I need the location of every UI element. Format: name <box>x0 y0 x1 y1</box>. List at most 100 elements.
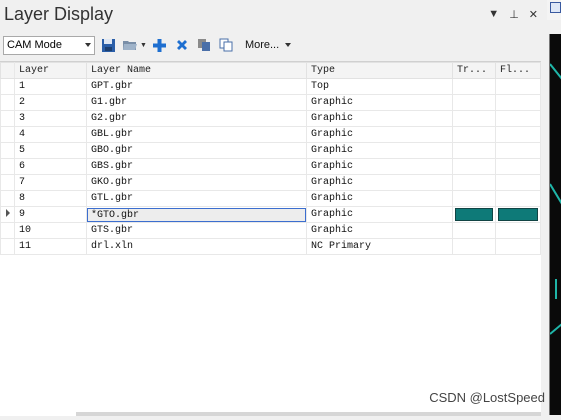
chevron-down-icon <box>285 43 292 47</box>
chevron-down-icon <box>85 42 91 47</box>
transparency-cell[interactable] <box>452 238 496 255</box>
row-marker[interactable] <box>0 94 15 111</box>
layer-name[interactable]: GBO.gbr <box>86 142 307 159</box>
flash-cell[interactable] <box>495 222 541 239</box>
flash-cell[interactable] <box>495 94 541 111</box>
flash-cell[interactable] <box>495 110 541 127</box>
layer-name[interactable]: GTL.gbr <box>86 190 307 207</box>
row-marker[interactable] <box>0 158 15 175</box>
row-marker[interactable] <box>0 174 15 191</box>
table-row-selected[interactable]: 9 *GTO.gbr Graphic <box>0 206 541 223</box>
table-row[interactable]: 11 drl.xln NC Primary <box>0 238 541 255</box>
flash-color-swatch[interactable] <box>498 208 538 221</box>
row-marker[interactable] <box>0 206 15 223</box>
layer-type[interactable]: Graphic <box>306 110 453 127</box>
folder-icon <box>123 41 137 50</box>
transparency-cell[interactable] <box>452 142 496 159</box>
column-header-type[interactable]: Type <box>306 62 453 79</box>
table-row[interactable]: 5 GBO.gbr Graphic <box>0 142 541 159</box>
layer-name[interactable]: G1.gbr <box>86 94 307 111</box>
transparency-cell[interactable] <box>452 158 496 175</box>
row-marker[interactable] <box>0 126 15 143</box>
transparency-cell[interactable] <box>452 206 496 223</box>
horizontal-scrollbar[interactable] <box>76 412 541 416</box>
row-marker[interactable] <box>0 238 15 255</box>
plus-icon <box>153 38 167 52</box>
flash-cell[interactable] <box>495 206 541 223</box>
column-header-flash[interactable]: Fl... <box>495 62 541 79</box>
mode-select[interactable]: CAM Mode <box>3 35 95 55</box>
save-button[interactable] <box>99 36 117 54</box>
layer-number: 7 <box>14 174 87 191</box>
more-button[interactable]: More... <box>245 39 292 51</box>
layer-type[interactable]: Graphic <box>306 206 453 223</box>
transparency-cell[interactable] <box>452 126 496 143</box>
layer-type[interactable]: Graphic <box>306 158 453 175</box>
transparency-cell[interactable] <box>452 94 496 111</box>
table-row[interactable]: 1 GPT.gbr Top <box>0 78 541 95</box>
table-row[interactable]: 3 G2.gbr Graphic <box>0 110 541 127</box>
transparency-cell[interactable] <box>452 110 496 127</box>
layer-type[interactable]: NC Primary <box>306 238 453 255</box>
layer-name[interactable]: GBS.gbr <box>86 158 307 175</box>
column-header-layer[interactable]: Layer <box>14 62 87 79</box>
layer-type[interactable]: Graphic <box>306 94 453 111</box>
flash-cell[interactable] <box>495 174 541 191</box>
transparency-cell[interactable] <box>452 222 496 239</box>
add-layer-button[interactable] <box>151 36 169 54</box>
delete-icon <box>176 40 187 50</box>
table-row[interactable]: 2 G1.gbr Graphic <box>0 94 541 111</box>
transparency-cell[interactable] <box>452 190 496 207</box>
row-marker[interactable] <box>0 110 15 127</box>
table-row[interactable]: 6 GBS.gbr Graphic <box>0 158 541 175</box>
table-row[interactable]: 8 GTL.gbr Graphic <box>0 190 541 207</box>
pin-icon[interactable]: ⊥ <box>509 8 519 21</box>
open-button[interactable] <box>121 36 139 54</box>
close-icon[interactable]: ✕ <box>529 8 538 21</box>
column-header-transparency[interactable]: Tr... <box>452 62 496 79</box>
column-header-layer-name[interactable]: Layer Name <box>86 62 307 79</box>
layer-name[interactable]: GPT.gbr <box>86 78 307 95</box>
layer-type[interactable]: Graphic <box>306 190 453 207</box>
transparency-color-swatch[interactable] <box>455 208 493 221</box>
layer-name[interactable]: *GTO.gbr <box>87 207 306 222</box>
canvas-viewport[interactable] <box>549 34 561 415</box>
view-icon[interactable] <box>550 2 561 13</box>
table-row[interactable]: 4 GBL.gbr Graphic <box>0 126 541 143</box>
delete-layer-button[interactable] <box>173 36 191 54</box>
layer-type[interactable]: Graphic <box>306 126 453 143</box>
layer-number: 11 <box>14 238 87 255</box>
flash-cell[interactable] <box>495 142 541 159</box>
flash-cell[interactable] <box>495 78 541 95</box>
save-icon <box>101 38 115 52</box>
layer-name[interactable]: GBL.gbr <box>86 126 307 143</box>
layer-type[interactable]: Top <box>306 78 453 95</box>
table-row[interactable]: 7 GKO.gbr Graphic <box>0 174 541 191</box>
layer-type[interactable]: Graphic <box>306 222 453 239</box>
copy-button[interactable] <box>195 36 213 54</box>
open-dropdown-icon[interactable]: ▼ <box>140 42 147 49</box>
flash-cell[interactable] <box>495 158 541 175</box>
flash-cell[interactable] <box>495 126 541 143</box>
table-row[interactable]: 10 GTS.gbr Graphic <box>0 222 541 239</box>
layer-type[interactable]: Graphic <box>306 174 453 191</box>
duplicate-button[interactable] <box>217 36 235 54</box>
pcb-trace-graphic <box>549 63 561 335</box>
transparency-cell[interactable] <box>452 78 496 95</box>
layer-name[interactable]: G2.gbr <box>86 110 307 127</box>
transparency-cell[interactable] <box>452 174 496 191</box>
row-header-corner <box>0 62 15 79</box>
layer-name-editor[interactable]: *GTO.gbr <box>86 206 307 223</box>
layer-name[interactable]: GKO.gbr <box>86 174 307 191</box>
dropdown-icon[interactable]: ▼ <box>488 8 499 21</box>
layer-name[interactable]: GTS.gbr <box>86 222 307 239</box>
flash-cell[interactable] <box>495 190 541 207</box>
row-marker[interactable] <box>0 222 15 239</box>
layer-type[interactable]: Graphic <box>306 142 453 159</box>
row-marker[interactable] <box>0 142 15 159</box>
row-marker[interactable] <box>0 78 15 95</box>
flash-cell[interactable] <box>495 238 541 255</box>
row-marker[interactable] <box>0 190 15 207</box>
layer-name[interactable]: drl.xln <box>86 238 307 255</box>
mode-select-value: CAM Mode <box>7 39 63 51</box>
